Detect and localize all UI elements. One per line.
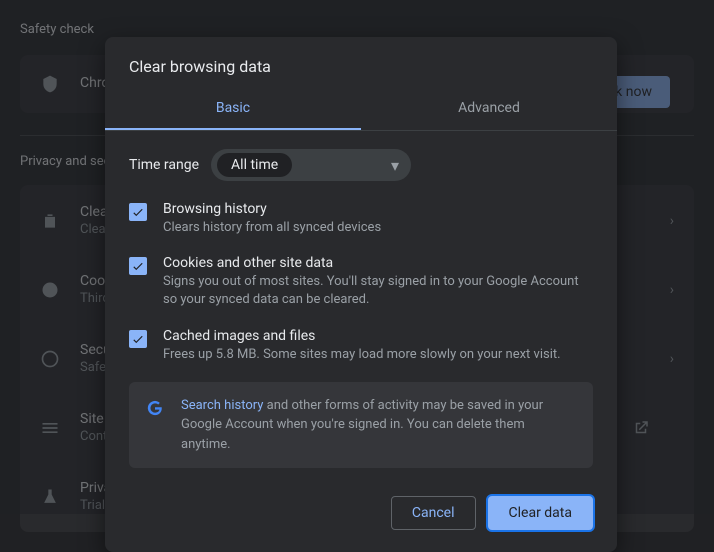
checkbox-cookies[interactable] — [129, 257, 147, 275]
option-cookies: Cookies and other site data Signs you ou… — [129, 255, 593, 309]
option-title: Cookies and other site data — [163, 255, 593, 271]
google-account-info: Search history and other forms of activi… — [129, 382, 593, 469]
option-subtitle: Frees up 5.8 MB. Some sites may load mor… — [163, 346, 593, 364]
search-history-link[interactable]: Search history — [181, 398, 263, 413]
tab-basic[interactable]: Basic — [105, 88, 361, 130]
info-text: Search history and other forms of activi… — [181, 396, 577, 455]
clear-browsing-data-dialog: Clear browsing data Basic Advanced Time … — [105, 37, 617, 552]
time-range-value: All time — [217, 153, 292, 177]
option-subtitle: Signs you out of most sites. You'll stay… — [163, 273, 593, 309]
checkbox-browsing-history[interactable] — [129, 203, 147, 221]
time-range-label: Time range — [129, 157, 199, 173]
tab-advanced[interactable]: Advanced — [361, 88, 617, 130]
clear-data-button[interactable]: Clear data — [488, 496, 593, 530]
time-range-select[interactable]: All time ▾ — [211, 149, 411, 181]
checkbox-cache[interactable] — [129, 330, 147, 348]
dialog-tabs: Basic Advanced — [105, 88, 617, 131]
option-title: Cached images and files — [163, 328, 593, 344]
option-title: Browsing history — [163, 201, 593, 217]
google-icon — [145, 398, 165, 418]
option-subtitle: Clears history from all synced devices — [163, 219, 593, 237]
chevron-down-icon: ▾ — [391, 156, 399, 175]
cancel-button[interactable]: Cancel — [391, 496, 476, 530]
option-cache: Cached images and files Frees up 5.8 MB.… — [129, 328, 593, 364]
option-browsing-history: Browsing history Clears history from all… — [129, 201, 593, 237]
dialog-title: Clear browsing data — [105, 37, 617, 88]
